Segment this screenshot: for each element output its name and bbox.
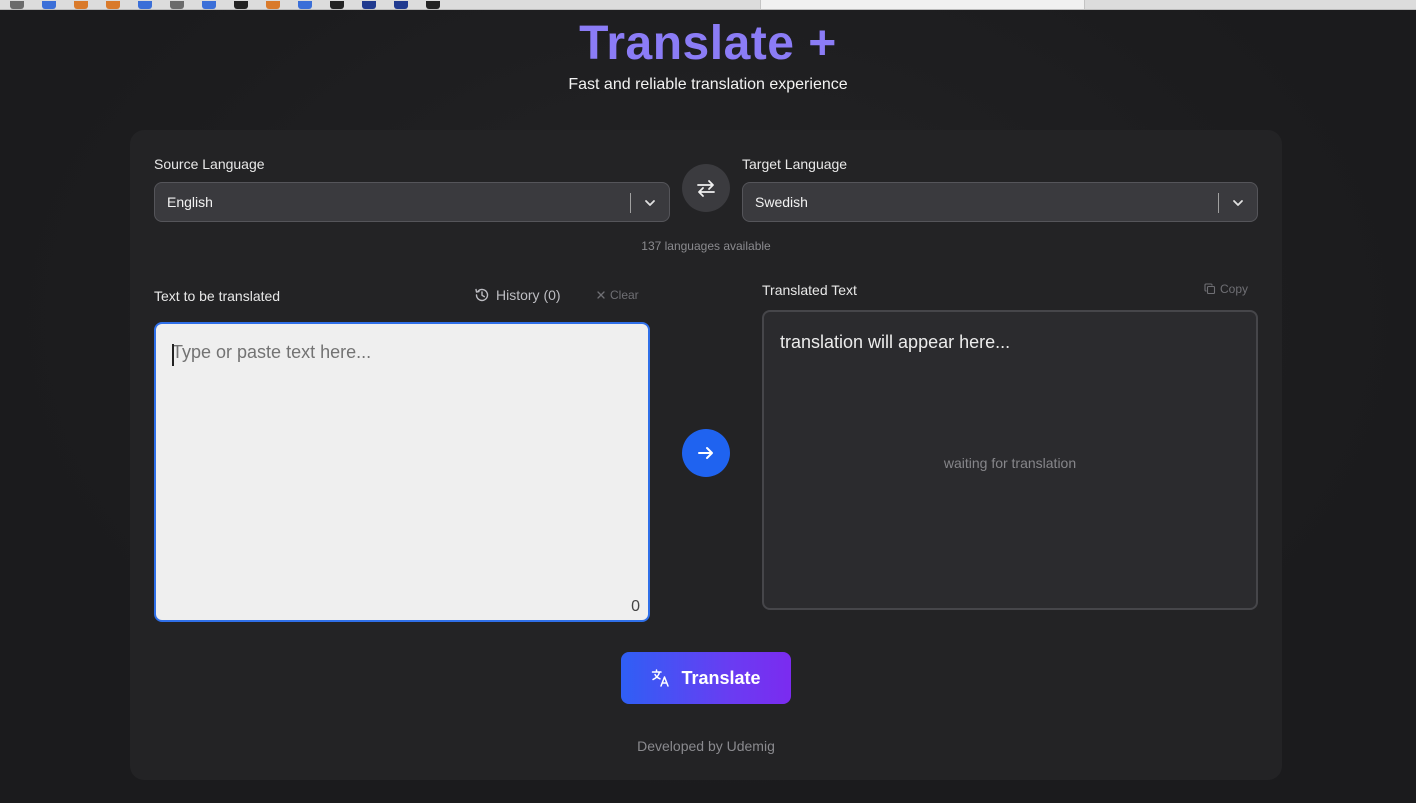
footer-credit: Developed by Udemig: [637, 738, 775, 754]
tab-favicon[interactable]: [10, 1, 24, 9]
tab-favicon[interactable]: [138, 1, 152, 9]
text-cursor: [172, 344, 174, 366]
select-divider: [630, 193, 631, 213]
target-language-value: Swedish: [755, 194, 808, 210]
close-icon: [597, 291, 605, 299]
swap-languages-button[interactable]: [682, 164, 730, 212]
history-icon: [475, 288, 489, 302]
tab-favicon[interactable]: [298, 1, 312, 9]
browser-tab[interactable]: [1210, 0, 1300, 9]
languages-available-count: 137 languages available: [641, 239, 771, 253]
translate-icon: [652, 669, 670, 687]
source-language-label: Source Language: [154, 156, 265, 172]
target-language-select[interactable]: Swedish: [742, 182, 1258, 222]
tab-favicon[interactable]: [170, 1, 184, 9]
tab-favicon[interactable]: [266, 1, 280, 9]
tab-favicon[interactable]: [394, 1, 408, 9]
history-label: History (0): [496, 287, 561, 303]
translate-button-label: Translate: [681, 667, 761, 688]
translate-arrow-button[interactable]: [682, 429, 730, 477]
chevron-down-icon: [645, 200, 655, 206]
translation-status: waiting for translation: [943, 455, 1077, 471]
app-header: Translate + Fast and reliable translatio…: [0, 18, 1416, 94]
app-title: Translate +: [579, 17, 837, 70]
source-text-label: Text to be translated: [154, 288, 281, 304]
browser-tab-strip: [0, 0, 1416, 10]
source-language-select[interactable]: English: [154, 182, 670, 222]
tab-favicon[interactable]: [234, 1, 248, 9]
translator-card: Source Language English Target Language …: [130, 130, 1282, 780]
tab-favicon[interactable]: [426, 1, 440, 9]
clear-button[interactable]: Clear: [596, 288, 639, 302]
history-button[interactable]: History (0): [474, 287, 561, 303]
copy-button[interactable]: Copy: [1204, 282, 1248, 296]
tab-favicon[interactable]: [202, 1, 216, 9]
source-language-value: English: [167, 194, 213, 210]
app-subtitle: Fast and reliable translation experience: [568, 76, 848, 93]
translation-placeholder: translation will appear here...: [780, 332, 1011, 352]
character-count: 0: [631, 598, 640, 615]
tab-favicon[interactable]: [42, 1, 56, 9]
chevron-down-icon: [1233, 200, 1243, 206]
tab-favicon[interactable]: [106, 1, 120, 9]
tab-favicon[interactable]: [362, 1, 376, 9]
swap-arrows-icon: [697, 180, 715, 197]
select-divider: [1218, 193, 1219, 213]
source-text-container: 0: [154, 322, 650, 622]
tab-favicon[interactable]: [330, 1, 344, 9]
copy-icon: [1204, 283, 1216, 295]
tab-favicon[interactable]: [74, 1, 88, 9]
active-browser-tab[interactable]: [760, 0, 1085, 9]
clear-label: Clear: [610, 288, 639, 302]
target-language-label: Target Language: [742, 156, 848, 172]
source-text-input[interactable]: [156, 324, 648, 620]
copy-label: Copy: [1220, 282, 1249, 296]
translated-text-label: Translated Text: [762, 282, 857, 298]
arrow-right-icon: [698, 447, 713, 459]
translated-text-output: translation will appear here... waiting …: [762, 310, 1258, 610]
translate-button[interactable]: Translate: [621, 652, 791, 704]
